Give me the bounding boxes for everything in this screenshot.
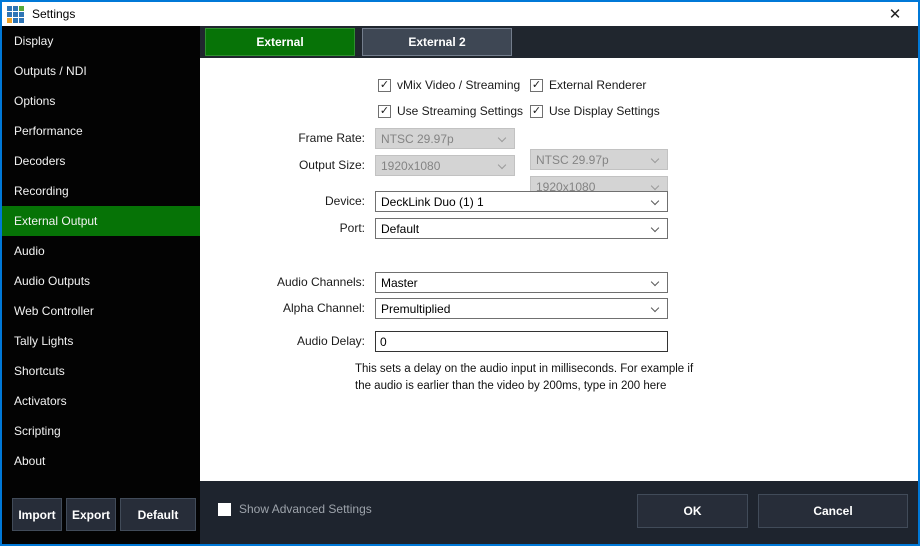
external-renderer-checkbox[interactable]: ✓ External Renderer [530,78,646,92]
output-size-dropdown-1[interactable]: 1920x1080 [375,155,515,176]
show-advanced-settings-checkbox[interactable]: Show Advanced Settings [218,502,372,516]
sidebar-item-label: Scripting [14,424,61,438]
checkbox-unchecked-icon[interactable] [218,503,231,516]
sidebar-item-label: Web Controller [14,304,94,318]
frame-rate-label: Frame Rate: [205,131,365,145]
sidebar-item-label: External Output [14,214,97,228]
sidebar-item-label: Decoders [14,154,65,168]
external-output-panel: ✓ vMix Video / Streaming ✓ External Rend… [200,58,918,481]
frame-rate-dropdown-1[interactable]: NTSC 29.97p [375,128,515,149]
footer-bar: Show Advanced Settings OK Cancel [200,481,918,544]
window-title: Settings [32,7,75,21]
sidebar-item-decoders[interactable]: Decoders [2,146,200,176]
sidebar-item-display[interactable]: Display [2,26,200,56]
chevron-down-icon [651,182,659,190]
audio-delay-label: Audio Delay: [205,334,365,348]
sidebar-item-label: Display [14,34,53,48]
tab-external[interactable]: External [205,28,355,56]
sidebar-item-label: Audio Outputs [14,274,90,288]
import-button[interactable]: Import [12,498,62,531]
dropdown-value: Default [381,222,419,236]
sidebar-item-label: About [14,454,45,468]
dropdown-value: DeckLink Duo (1) 1 [381,195,484,209]
sidebar-item-label: Audio [14,244,45,258]
chevron-down-icon [498,134,506,142]
sidebar-item-scripting[interactable]: Scripting [2,416,200,446]
sidebar-item-label: Options [14,94,55,108]
use-display-settings-checkbox[interactable]: ✓ Use Display Settings [530,104,660,118]
chevron-down-icon [498,161,506,169]
audio-channels-label: Audio Channels: [205,275,365,289]
vmix-video-streaming-checkbox[interactable]: ✓ vMix Video / Streaming [378,78,520,92]
sidebar-item-label: Activators [14,394,67,408]
audio-delay-input[interactable] [375,331,668,352]
dropdown-value: 1920x1080 [381,159,440,173]
sidebar-item-options[interactable]: Options [2,86,200,116]
sidebar-item-shortcuts[interactable]: Shortcuts [2,356,200,386]
chevron-down-icon [651,304,659,312]
device-label: Device: [205,194,365,208]
chevron-down-icon [651,224,659,232]
sidebar-item-external-output[interactable]: External Output [2,206,200,236]
audio-delay-help-text: This sets a delay on the audio input in … [355,361,700,394]
sidebar-item-audio[interactable]: Audio [2,236,200,266]
checkbox-label: Use Streaming Settings [397,104,523,118]
use-streaming-settings-checkbox[interactable]: ✓ Use Streaming Settings [378,104,523,118]
sidebar-item-web-controller[interactable]: Web Controller [2,296,200,326]
chevron-down-icon [651,197,659,205]
checkbox-label: Use Display Settings [549,104,660,118]
default-button[interactable]: Default [120,498,196,531]
title-bar: Settings ✕ [2,2,918,26]
alpha-channel-dropdown[interactable]: Premultiplied [375,298,668,319]
tab-external-2[interactable]: External 2 [362,28,512,56]
chevron-down-icon [651,278,659,286]
settings-window: Settings ✕ Display Outputs / NDI Options… [0,0,920,546]
output-size-label: Output Size: [205,158,365,172]
checkbox-checked-icon[interactable]: ✓ [378,105,391,118]
vmix-logo-icon [7,6,24,23]
sidebar-item-label: Tally Lights [14,334,73,348]
checkbox-checked-icon[interactable]: ✓ [378,79,391,92]
dropdown-value: Master [381,276,418,290]
sidebar-item-label: Shortcuts [14,364,65,378]
sidebar-item-activators[interactable]: Activators [2,386,200,416]
alpha-channel-label: Alpha Channel: [205,301,365,315]
dropdown-value: NTSC 29.97p [381,132,454,146]
dropdown-value: Premultiplied [381,302,450,316]
device-dropdown[interactable]: DeckLink Duo (1) 1 [375,191,668,212]
sidebar-footer: Import Export Default [12,498,196,531]
sidebar-item-recording[interactable]: Recording [2,176,200,206]
sidebar-item-tally-lights[interactable]: Tally Lights [2,326,200,356]
ok-button[interactable]: OK [637,494,748,528]
sidebar-item-label: Performance [14,124,83,138]
checkbox-label: External Renderer [549,78,646,92]
port-label: Port: [205,221,365,235]
tab-strip: External External 2 [200,26,918,58]
sidebar: Display Outputs / NDI Options Performanc… [2,26,200,544]
sidebar-item-performance[interactable]: Performance [2,116,200,146]
port-dropdown[interactable]: Default [375,218,668,239]
sidebar-item-label: Outputs / NDI [14,64,87,78]
checkbox-checked-icon[interactable]: ✓ [530,79,543,92]
show-advanced-settings-label: Show Advanced Settings [239,502,372,516]
checkbox-checked-icon[interactable]: ✓ [530,105,543,118]
checkbox-label: vMix Video / Streaming [397,78,520,92]
sidebar-item-about[interactable]: About [2,446,200,476]
sidebar-item-outputs-ndi[interactable]: Outputs / NDI [2,56,200,86]
audio-channels-dropdown[interactable]: Master [375,272,668,293]
cancel-button[interactable]: Cancel [758,494,908,528]
sidebar-item-label: Recording [14,184,69,198]
sidebar-item-audio-outputs[interactable]: Audio Outputs [2,266,200,296]
close-icon[interactable]: ✕ [880,2,910,26]
export-button[interactable]: Export [66,498,116,531]
